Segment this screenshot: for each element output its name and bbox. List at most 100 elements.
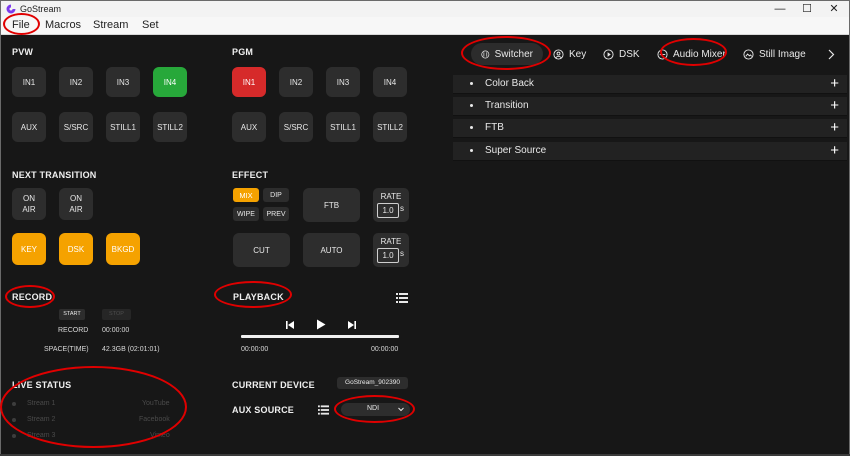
stream-3-status-dot bbox=[12, 434, 16, 438]
rate-box-1[interactable]: RATE 1.0 s bbox=[373, 188, 409, 222]
menu-macros[interactable]: Macros bbox=[45, 19, 81, 31]
pgm-in4-button[interactable]: IN4 bbox=[373, 67, 407, 97]
auto-button[interactable]: AUTO bbox=[303, 233, 360, 267]
switcher-icon bbox=[481, 50, 490, 58]
pvw-in3-button[interactable]: IN3 bbox=[106, 67, 140, 97]
rate-label-1: RATE bbox=[380, 192, 402, 201]
next-icon[interactable] bbox=[347, 320, 357, 330]
stream-1-platform: YouTube bbox=[142, 400, 170, 407]
expand-plus-icon[interactable]: + bbox=[830, 97, 839, 115]
previous-icon[interactable] bbox=[285, 320, 295, 330]
effect-wipe-button[interactable]: WIPE bbox=[233, 207, 259, 221]
section-color-back[interactable]: Color Back + bbox=[453, 75, 847, 94]
expand-plus-icon[interactable]: + bbox=[830, 142, 839, 160]
playback-time-start: 00:00:00 bbox=[241, 346, 269, 353]
pgm-ssrc-button[interactable]: S/SRC bbox=[279, 112, 313, 142]
rate-value-1[interactable]: 1.0 bbox=[377, 203, 399, 218]
dsk-icon bbox=[603, 48, 614, 60]
expand-plus-icon[interactable]: + bbox=[830, 119, 839, 137]
tab-audio-mixer-label: Audio Mixer bbox=[673, 48, 726, 60]
menu-bar: File Macros Stream Set bbox=[1, 17, 849, 35]
rate-label-2: RATE bbox=[380, 237, 402, 246]
tab-key[interactable]: Key bbox=[553, 43, 586, 65]
effect-mix-button[interactable]: MIX bbox=[233, 188, 259, 202]
bullet-icon bbox=[470, 126, 473, 129]
tab-dsk[interactable]: DSK bbox=[603, 43, 640, 65]
title-bar: GoStream — ☐ ✕ bbox=[1, 1, 849, 17]
pgm-in3-button[interactable]: IN3 bbox=[326, 67, 360, 97]
pvw-in2-button[interactable]: IN2 bbox=[59, 67, 93, 97]
aux-source-label: AUX SOURCE bbox=[232, 405, 295, 415]
effect-dip-button[interactable]: DIP bbox=[263, 188, 289, 202]
on-air-button-2[interactable]: ON AIR bbox=[59, 188, 93, 220]
expand-plus-icon[interactable]: + bbox=[830, 75, 839, 93]
aux-source-value: NDI bbox=[367, 405, 380, 412]
playback-progress-bar[interactable] bbox=[241, 335, 399, 338]
menu-stream[interactable]: Stream bbox=[93, 19, 128, 31]
pgm-still1-button[interactable]: STILL1 bbox=[326, 112, 360, 142]
maximize-button[interactable]: ☐ bbox=[794, 1, 820, 17]
pgm-still2-button[interactable]: STILL2 bbox=[373, 112, 407, 142]
audio-mixer-icon bbox=[657, 48, 668, 60]
pvw-still1-button[interactable]: STILL1 bbox=[106, 112, 140, 142]
record-start-button[interactable]: START bbox=[59, 309, 85, 320]
pgm-label: PGM bbox=[232, 47, 254, 57]
record-time-value: 00:00:00 bbox=[102, 327, 130, 334]
pvw-aux-button[interactable]: AUX bbox=[12, 112, 46, 142]
live-status-label: LIVE STATUS bbox=[12, 380, 72, 390]
ftb-button[interactable]: FTB bbox=[303, 188, 360, 222]
cut-button[interactable]: CUT bbox=[233, 233, 290, 267]
key-button[interactable]: KEY bbox=[12, 233, 46, 265]
tab-switcher[interactable]: Switcher bbox=[471, 43, 543, 65]
pvw-ssrc-button[interactable]: S/SRC bbox=[59, 112, 93, 142]
record-stop-button[interactable]: STOP bbox=[102, 309, 131, 320]
section-color-back-label: Color Back bbox=[485, 78, 534, 89]
tab-still-image[interactable]: Still Image bbox=[743, 43, 806, 65]
section-super-source[interactable]: Super Source + bbox=[453, 142, 847, 161]
pvw-in1-button[interactable]: IN1 bbox=[12, 67, 46, 97]
tab-dsk-label: DSK bbox=[619, 48, 640, 60]
pvw-label: PVW bbox=[12, 47, 34, 57]
playback-time-end: 00:00:00 bbox=[371, 346, 399, 353]
section-ftb[interactable]: FTB + bbox=[453, 119, 847, 138]
pvw-still2-button[interactable]: STILL2 bbox=[153, 112, 187, 142]
current-device-value[interactable]: GoStream_902390 bbox=[337, 377, 408, 389]
playback-label: PLAYBACK bbox=[233, 292, 284, 302]
rate-box-2[interactable]: RATE 1.0 s bbox=[373, 233, 409, 267]
menu-file[interactable]: File bbox=[12, 19, 30, 31]
bullet-icon bbox=[470, 149, 473, 152]
menu-set[interactable]: Set bbox=[142, 19, 159, 31]
rate-value-2[interactable]: 1.0 bbox=[377, 248, 399, 263]
stream-3-name: Stream 3 bbox=[27, 432, 56, 439]
section-transition[interactable]: Transition + bbox=[453, 97, 847, 116]
stream-2-platform: Facebook bbox=[139, 416, 170, 423]
next-transition-label: NEXT TRANSITION bbox=[12, 170, 97, 180]
rate-unit-1: s bbox=[400, 204, 404, 213]
dsk-button[interactable]: DSK bbox=[59, 233, 93, 265]
gostream-logo-icon bbox=[6, 4, 16, 14]
tab-audio-mixer[interactable]: Audio Mixer bbox=[657, 43, 726, 65]
tab-key-label: Key bbox=[569, 48, 587, 60]
effect-prev-button[interactable]: PREV bbox=[263, 207, 289, 221]
current-device-label: CURRENT DEVICE bbox=[232, 380, 315, 390]
play-icon[interactable] bbox=[316, 319, 326, 330]
pvw-in4-button[interactable]: IN4 bbox=[153, 67, 187, 97]
minimize-button[interactable]: — bbox=[767, 1, 793, 17]
main-content: PVW IN1 IN2 IN3 IN4 AUX S/SRC STILL1 STI… bbox=[1, 35, 849, 455]
bkgd-button[interactable]: BKGD bbox=[106, 233, 140, 265]
pgm-in2-button[interactable]: IN2 bbox=[279, 67, 313, 97]
pgm-in1-button[interactable]: IN1 bbox=[232, 67, 266, 97]
aux-source-select[interactable]: NDI bbox=[341, 403, 410, 416]
chevron-right-icon[interactable] bbox=[827, 49, 835, 60]
close-button[interactable]: ✕ bbox=[821, 1, 847, 17]
on-air-button-1[interactable]: ON AIR bbox=[12, 188, 46, 220]
stream-2-name: Stream 2 bbox=[27, 416, 56, 423]
playlist-icon[interactable] bbox=[396, 293, 408, 303]
bullet-icon bbox=[470, 104, 473, 107]
stream-1-name: Stream 1 bbox=[27, 400, 56, 407]
pgm-aux-button[interactable]: AUX bbox=[232, 112, 266, 142]
aux-list-icon[interactable] bbox=[318, 405, 329, 415]
tab-switcher-label: Switcher bbox=[494, 48, 533, 60]
stream-1-status-dot bbox=[12, 402, 16, 406]
still-image-icon bbox=[743, 48, 754, 60]
